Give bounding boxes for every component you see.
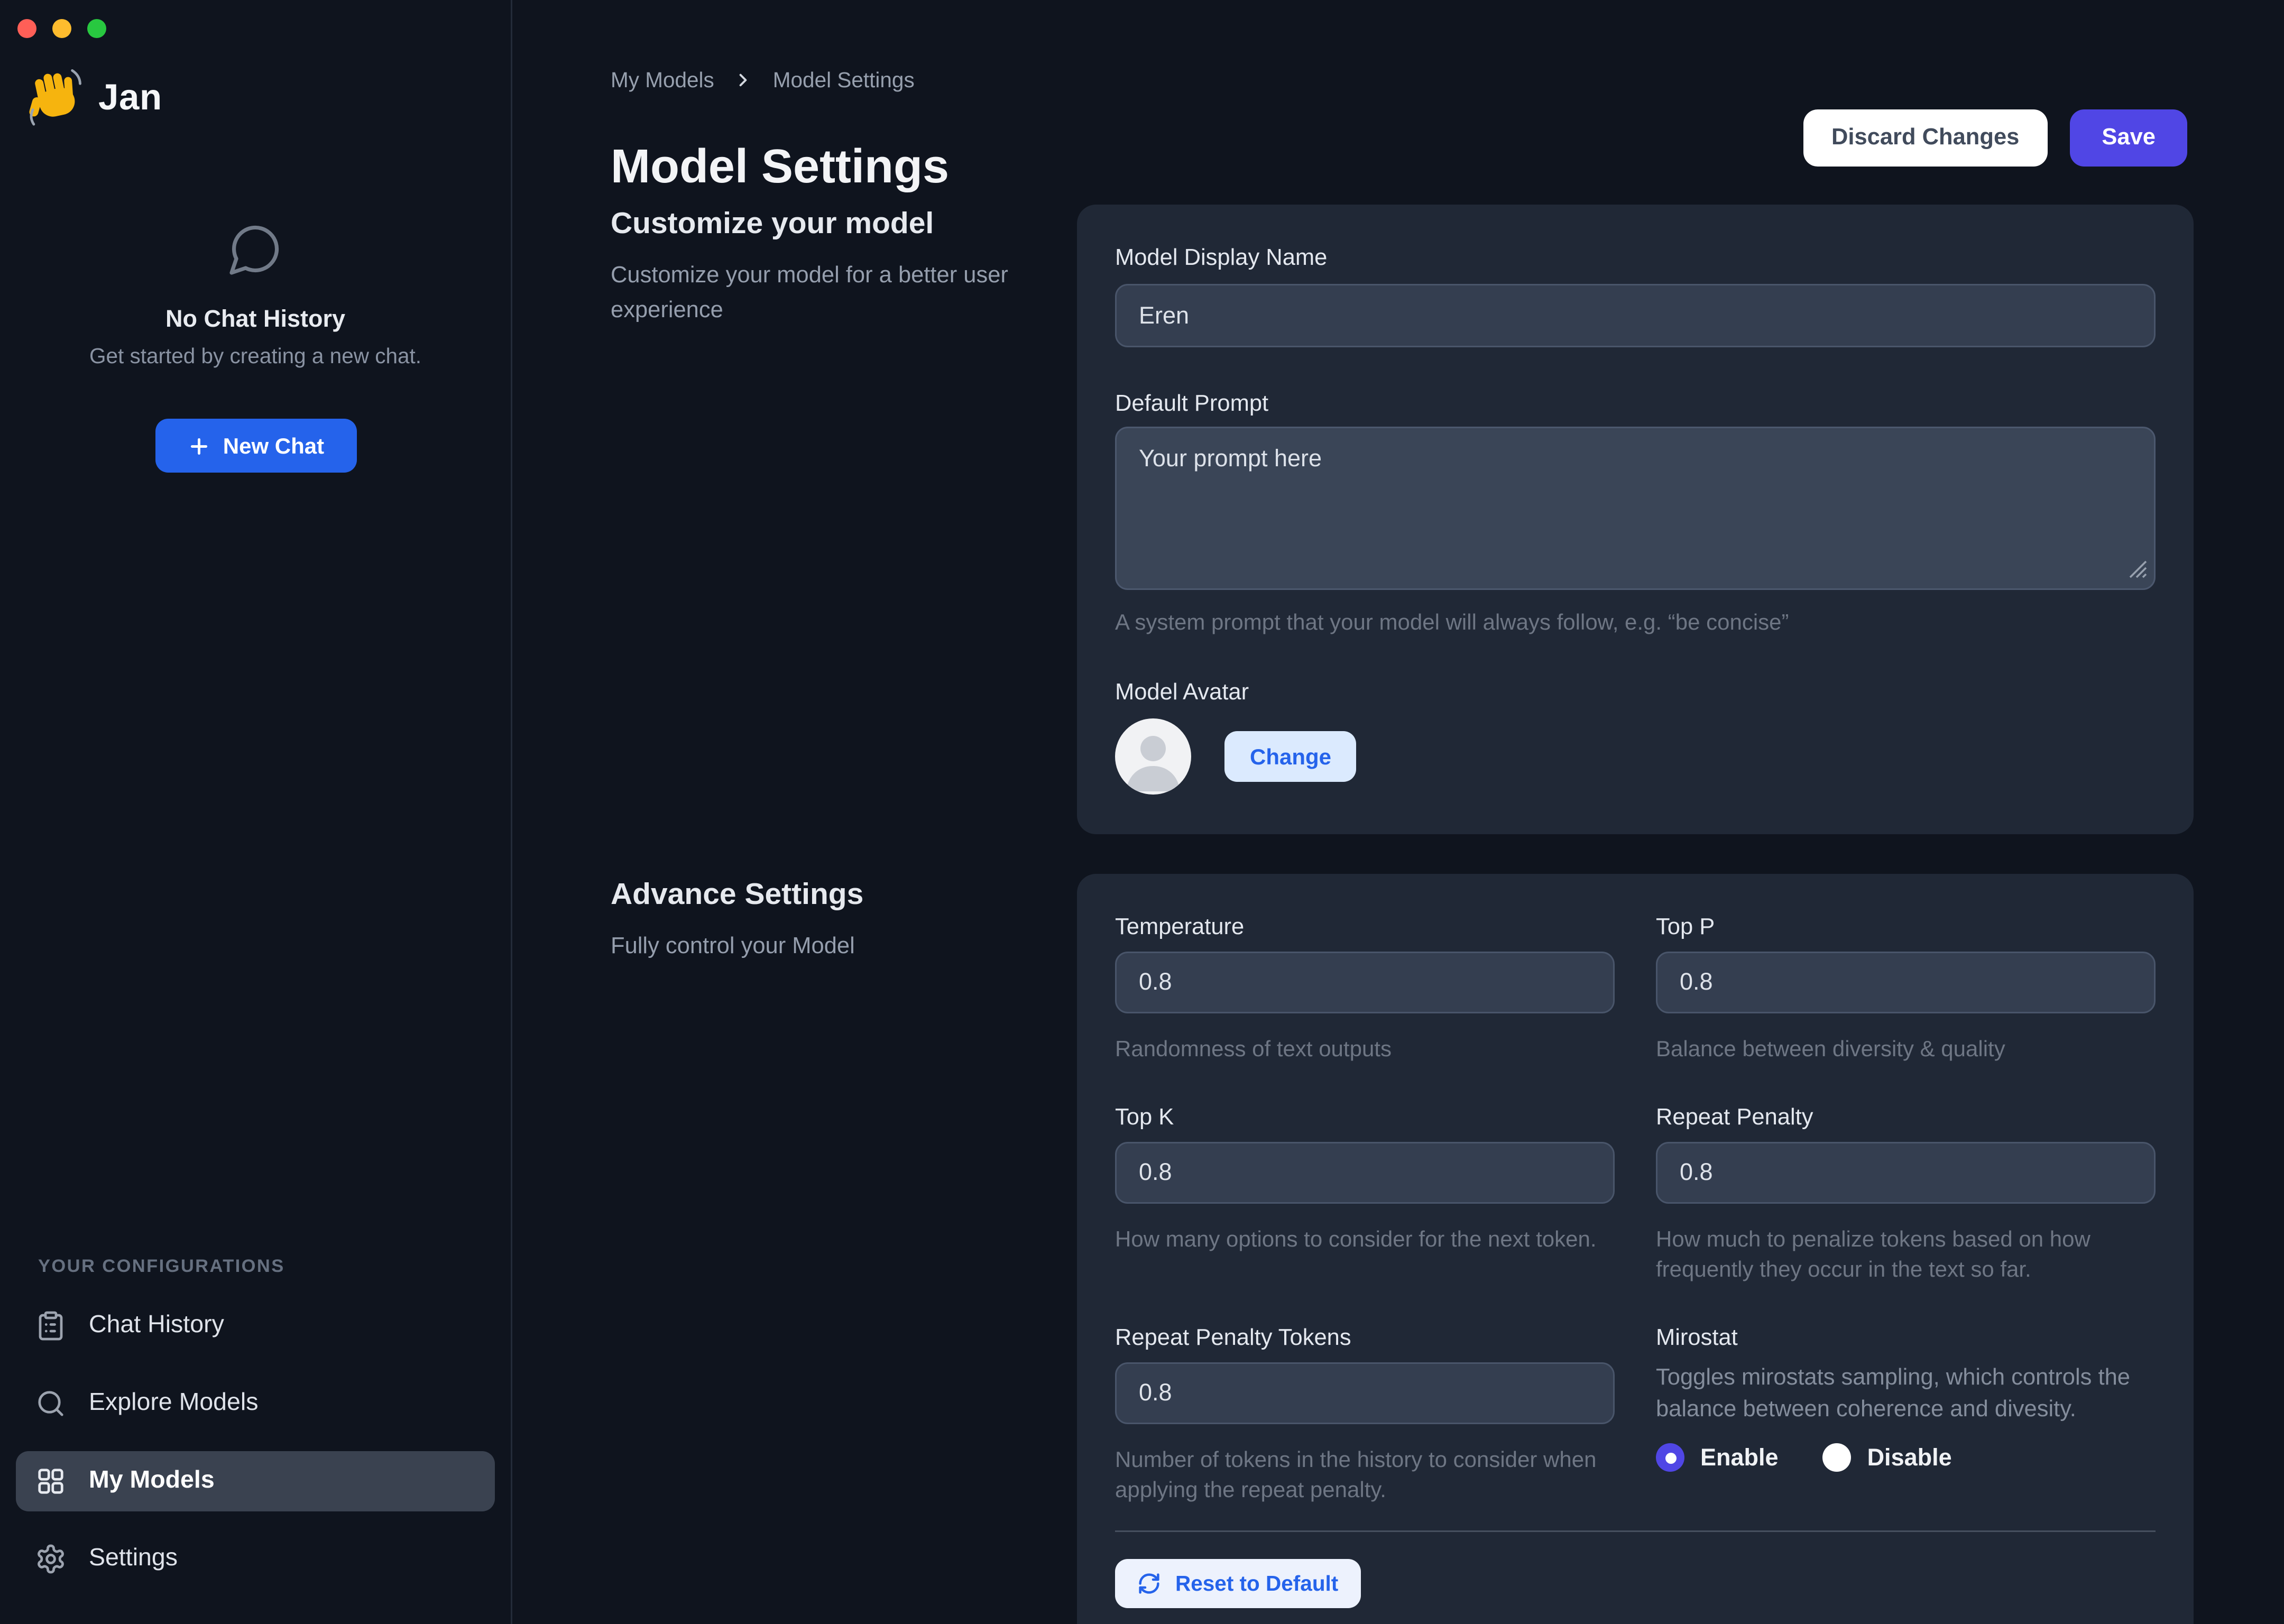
customize-section-heading: Customize your model	[611, 208, 1055, 243]
advance-section-header: Advance Settings Fully control your Mode…	[611, 879, 1055, 965]
breadcrumb-item-model-settings[interactable]: Model Settings	[773, 68, 915, 92]
search-icon	[35, 1388, 67, 1419]
reset-to-default-button[interactable]: Reset to Default	[1115, 1559, 1360, 1608]
radio-disable[interactable]	[1823, 1443, 1852, 1472]
empty-state-title: No Chat History	[0, 306, 511, 333]
new-chat-label: New Chat	[223, 433, 324, 458]
temperature-field: Temperature Randomness of text outputs	[1115, 915, 1615, 1064]
mirostat-description: Toggles mirostats sampling, which contro…	[1656, 1362, 2156, 1426]
mirostat-radio-group: Enable Disable	[1656, 1443, 2156, 1472]
enable-label: Enable	[1700, 1444, 1779, 1471]
change-avatar-button[interactable]: Change	[1224, 731, 1357, 782]
message-bubble-icon	[227, 220, 284, 278]
advance-card: Temperature Randomness of text outputs T…	[1077, 874, 2194, 1624]
sidebar-item-label: Explore Models	[89, 1389, 258, 1418]
discard-changes-button[interactable]: Discard Changes	[1803, 109, 2048, 167]
sidebar-item-label: Settings	[89, 1545, 178, 1573]
repeat-penalty-tokens-helper: Number of tokens in the history to consi…	[1115, 1445, 1615, 1505]
breadcrumb: My Models Model Settings	[611, 68, 915, 92]
customize-section-header: Customize your model Customize your mode…	[611, 208, 1055, 330]
advance-section-heading: Advance Settings	[611, 879, 1055, 914]
repeat-penalty-tokens-label: Repeat Penalty Tokens	[1115, 1326, 1615, 1351]
mirostat-label: Mirostat	[1656, 1326, 2156, 1351]
zoom-button[interactable]	[87, 19, 106, 38]
header-actions: Discard Changes Save	[1803, 109, 2187, 167]
page-title: Model Settings	[611, 141, 949, 195]
reset-label: Reset to Default	[1175, 1572, 1338, 1595]
repeat-penalty-tokens-input[interactable]	[1115, 1362, 1615, 1424]
default-prompt-textarea[interactable]	[1115, 427, 2156, 590]
top-k-input[interactable]	[1115, 1142, 1615, 1204]
chat-empty-state: No Chat History Get started by creating …	[0, 220, 511, 473]
mirostat-enable-option[interactable]: Enable	[1656, 1443, 1779, 1472]
window-controls	[17, 19, 106, 38]
temperature-helper: Randomness of text outputs	[1115, 1034, 1615, 1064]
sidebar-item-label: My Models	[89, 1467, 215, 1496]
prompt-helper-text: A system prompt that your model will alw…	[1115, 607, 2156, 638]
top-p-field: Top P Balance between diversity & qualit…	[1656, 915, 2156, 1064]
customize-card: Model Display Name Default Prompt A syst…	[1077, 205, 2194, 834]
top-k-field: Top K How many options to consider for t…	[1115, 1105, 1615, 1285]
sidebar-item-chat-history[interactable]: Chat History	[16, 1296, 495, 1356]
card-divider	[1115, 1530, 2156, 1532]
avatar[interactable]	[1115, 718, 1191, 795]
top-k-helper: How many options to consider for the nex…	[1115, 1224, 1615, 1254]
sidebar: Jan No Chat History Get started by creat…	[0, 0, 512, 1624]
grid-icon	[35, 1465, 67, 1497]
temperature-label: Temperature	[1115, 915, 1615, 940]
top-p-helper: Balance between diversity & quality	[1656, 1034, 2156, 1064]
top-k-label: Top K	[1115, 1105, 1615, 1131]
close-button[interactable]	[17, 19, 36, 38]
new-chat-button[interactable]: New Chat	[155, 419, 356, 473]
save-button[interactable]: Save	[2070, 109, 2187, 167]
chevron-right-icon	[733, 70, 754, 90]
refresh-icon	[1137, 1572, 1161, 1595]
empty-state-subtitle: Get started by creating a new chat.	[0, 344, 511, 368]
clipboard-icon	[35, 1310, 67, 1342]
configurations-label: YOUR CONFIGURATIONS	[38, 1258, 495, 1277]
model-avatar-label: Model Avatar	[1115, 680, 2156, 706]
disable-label: Disable	[1867, 1444, 1952, 1471]
sidebar-item-my-models[interactable]: My Models	[16, 1451, 495, 1511]
sidebar-item-label: Chat History	[89, 1312, 224, 1340]
app-logo: Jan	[24, 67, 162, 127]
repeat-penalty-input[interactable]	[1656, 1142, 2156, 1204]
top-p-label: Top P	[1656, 915, 2156, 940]
minimize-button[interactable]	[52, 19, 71, 38]
person-icon	[1115, 718, 1191, 795]
default-prompt-label: Default Prompt	[1115, 392, 2156, 417]
top-p-input[interactable]	[1656, 952, 2156, 1013]
radio-enable[interactable]	[1656, 1443, 1684, 1472]
main-content: My Models Model Settings Model Settings …	[514, 0, 2284, 1624]
repeat-penalty-helper: How much to penalize tokens based on how…	[1656, 1224, 2156, 1285]
sidebar-item-settings[interactable]: Settings	[16, 1529, 495, 1589]
wave-icon	[24, 67, 84, 127]
sidebar-nav: YOUR CONFIGURATIONS Chat History Explore…	[16, 1258, 495, 1589]
repeat-penalty-tokens-field: Repeat Penalty Tokens Number of tokens i…	[1115, 1326, 1615, 1505]
repeat-penalty-field: Repeat Penalty How much to penalize toke…	[1656, 1105, 2156, 1285]
brand-name: Jan	[98, 76, 162, 118]
breadcrumb-item-my-models[interactable]: My Models	[611, 68, 714, 92]
repeat-penalty-label: Repeat Penalty	[1656, 1105, 2156, 1131]
temperature-input[interactable]	[1115, 952, 1615, 1013]
resize-handle-icon[interactable]	[2129, 560, 2148, 579]
model-display-name-input[interactable]	[1115, 284, 2156, 347]
mirostat-disable-option[interactable]: Disable	[1823, 1443, 1952, 1472]
gear-icon	[35, 1543, 67, 1575]
customize-section-subheading: Customize your model for a better user e…	[611, 259, 1042, 330]
model-display-name-label: Model Display Name	[1115, 246, 2156, 271]
mirostat-field: Mirostat Toggles mirostats sampling, whi…	[1656, 1326, 2156, 1505]
plus-icon	[187, 434, 210, 458]
advance-section-subheading: Fully control your Model	[611, 929, 1042, 965]
sidebar-item-explore-models[interactable]: Explore Models	[16, 1373, 495, 1434]
